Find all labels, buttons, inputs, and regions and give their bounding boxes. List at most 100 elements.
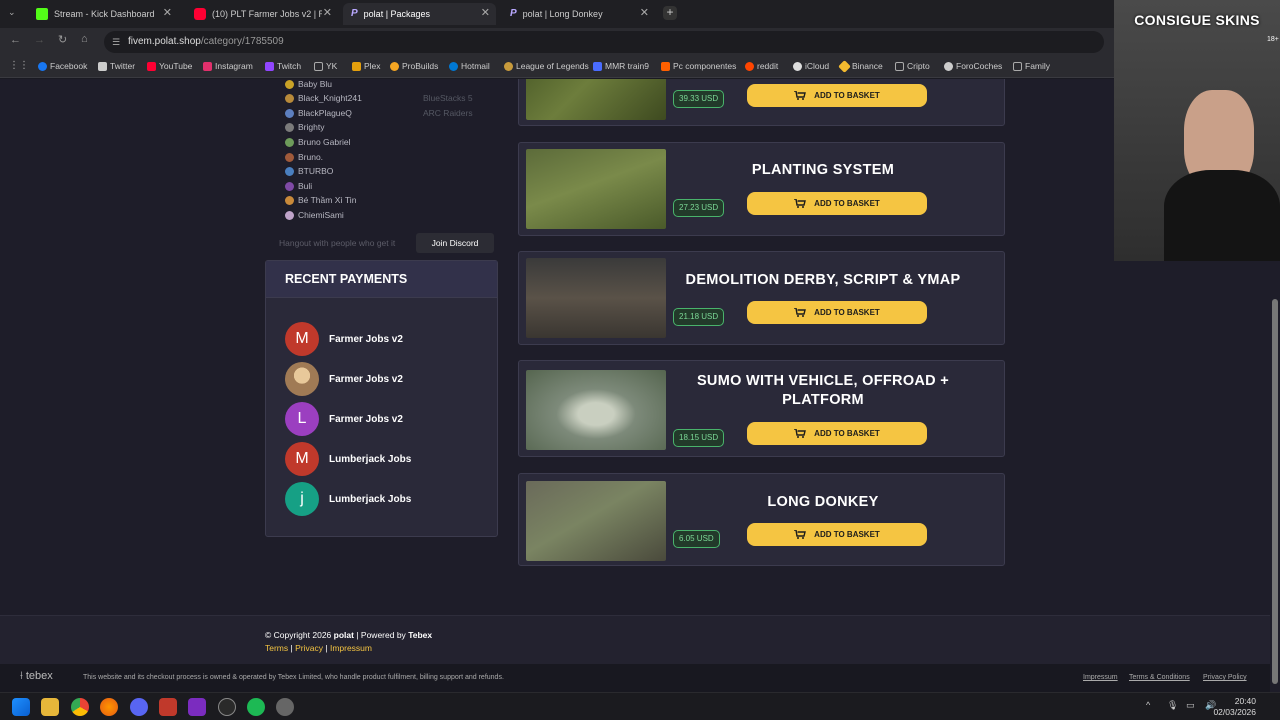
bookmark-item[interactable]: ForoCoches [944,61,1002,71]
reddit-icon [745,61,754,71]
obs-icon[interactable] [218,698,236,716]
bookmark-item[interactable]: Twitch [265,61,301,71]
polat-icon: P [351,8,358,19]
impressum-link[interactable]: Impressum [330,643,372,653]
close-icon[interactable]: ✕ [481,6,490,19]
site-info-icon[interactable]: ☰ [112,31,120,53]
tab-polat-packages[interactable]: P polat | Packages ✕ [343,3,496,25]
bookmark-item[interactable]: Binance [838,59,883,73]
bookmark-item[interactable]: Twitter [98,61,135,71]
chrome-icon[interactable] [71,698,89,716]
reload-icon[interactable]: ↻ [58,33,67,46]
tab-youtube[interactable]: (10) PLT Farmer Jobs v2 | Realis ✕ [186,3,338,25]
discord-member[interactable]: Buli [285,181,312,191]
discord-member[interactable]: ChiemiSami [285,210,344,220]
brand-name[interactable]: polat [334,630,354,640]
tebex-privacy-link[interactable]: Privacy Policy [1203,674,1247,681]
join-discord-button[interactable]: Join Discord [416,233,494,253]
discord-member[interactable]: Bruno. [285,152,323,162]
tab-label: polat | Long Donkey [522,9,603,19]
spotify-icon[interactable] [247,698,265,716]
discord-member[interactable]: Baby Blu [285,79,332,89]
tebex-link[interactable]: Tebex [408,630,432,640]
close-icon[interactable]: ✕ [323,6,332,19]
add-to-basket-button[interactable]: ADD TO BASKET [747,192,927,215]
age-badge: 18+ [1267,36,1279,43]
package-thumbnail[interactable] [526,370,666,450]
microphone-icon[interactable]: 🎙 [1167,700,1178,711]
app-icon[interactable] [159,698,177,716]
tebex-logo[interactable]: ⟊ tebex [20,670,53,683]
discord-member[interactable]: Bé Thầm Xì Tin [285,195,356,205]
apps-grid-icon[interactable]: ⋮⋮ [9,60,29,71]
nzxt-icon[interactable] [188,698,206,716]
bookmark-item[interactable]: ProBuilds [390,61,438,71]
windows-start-icon[interactable] [12,698,30,716]
bookmark-item[interactable]: MMR train9 [593,61,649,71]
browser-toolbar: ← → ↻ ⌂ ☰ fivem.polat.shop/category/1785… [0,28,1114,56]
add-to-basket-button[interactable]: ADD TO BASKET [747,523,927,546]
bookmark-item[interactable]: iCloud [793,61,829,71]
tebex-bar: ⟊ tebex This website and its checkout pr… [0,664,1270,692]
privacy-link[interactable]: Privacy [295,643,323,653]
discord-icon[interactable] [130,698,148,716]
bookmark-item[interactable]: YK [314,61,337,71]
tab-polat-long-donkey[interactable]: P polat | Long Donkey ✕ [502,3,655,25]
tab-label: polat | Packages [363,9,431,19]
bookmark-item[interactable]: Facebook [38,61,87,71]
address-bar[interactable]: ☰ fivem.polat.shop/category/1785509 [104,31,1104,53]
system-clock[interactable]: 20:40 02/03/2026 [1213,696,1256,718]
recent-payments-title: RECENT PAYMENTS [266,261,497,298]
package-price: 27.23 USD [673,199,725,217]
package-card: 39.33 USD ADD TO BASKET [518,79,1005,126]
tab-list-chevron-icon[interactable]: ⌄ [8,7,16,18]
bookmark-item[interactable]: Instagram [203,61,253,71]
discord-member[interactable]: Black_Knight241 [285,93,362,103]
package-title[interactable]: SUMO WITH VEHICLE, OFFROAD + PLATFORM [674,372,972,410]
package-title[interactable]: DEMOLITION DERBY, SCRIPT & YMAP [674,271,972,290]
discord-member[interactable]: BlackPlagueQ [285,108,352,118]
file-explorer-icon[interactable] [41,698,59,716]
add-to-basket-button[interactable]: ADD TO BASKET [747,84,927,107]
new-tab-plus-icon[interactable]: + [663,6,677,20]
tab-kick-dashboard[interactable]: Stream - Kick Dashboard ✕ [28,3,178,25]
back-arrow-icon[interactable]: ← [10,34,21,46]
bookmark-item[interactable]: Cripto [895,61,930,71]
discord-member[interactable]: BTURBO [285,166,333,176]
store-page: Baby Blu Black_Knight241 BlueStacks 5 Bl… [0,79,1270,692]
discord-member[interactable]: Bruno Gabriel [285,137,350,147]
close-icon[interactable]: ✕ [163,6,172,19]
tebex-impressum-link[interactable]: Impressum [1083,674,1118,681]
skins-promo-text: CONSIGUE SKINS [1134,12,1260,28]
forward-arrow-icon[interactable]: → [34,34,45,46]
firefox-icon[interactable] [100,698,118,716]
apple-icon [793,61,802,71]
bookmark-item[interactable]: YouTube [147,61,192,71]
package-thumbnail[interactable] [526,79,666,120]
polat-icon: P [510,8,517,19]
tebex-terms-link[interactable]: Terms & Conditions [1129,674,1190,681]
bookmark-item[interactable]: reddit [745,61,778,71]
bookmark-item[interactable]: Family [1013,61,1050,71]
home-icon[interactable]: ⌂ [81,33,88,45]
recent-payment-item: M Lumberjack Jobs [285,442,411,476]
network-icon[interactable]: ▭ [1186,700,1195,711]
bookmark-item[interactable]: League of Legends [504,61,589,71]
add-to-basket-button[interactable]: ADD TO BASKET [747,422,927,445]
package-thumbnail[interactable] [526,481,666,561]
discord-member[interactable]: Brighty [285,122,324,132]
settings-gear-icon[interactable] [276,698,294,716]
package-title[interactable]: PLANTING SYSTEM [674,161,972,180]
tray-chevron-icon[interactable]: ^ [1146,700,1150,710]
scrollbar-thumb[interactable] [1272,299,1278,684]
package-title[interactable]: LONG DONKEY [674,493,972,512]
close-icon[interactable]: ✕ [640,6,649,19]
payment-package-name: Farmer Jobs v2 [329,333,403,345]
bookmark-item[interactable]: Hotmail [449,61,490,71]
bookmark-item[interactable]: Pc componentes [661,61,736,71]
add-to-basket-button[interactable]: ADD TO BASKET [747,301,927,324]
package-thumbnail[interactable] [526,149,666,229]
terms-link[interactable]: Terms [265,643,288,653]
bookmark-item[interactable]: Plex [352,61,381,71]
package-thumbnail[interactable] [526,258,666,338]
